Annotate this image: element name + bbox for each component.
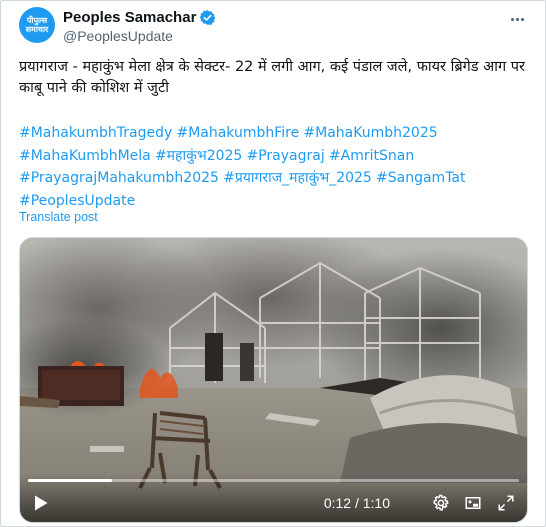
play-icon[interactable] — [30, 492, 52, 514]
author-names: Peoples Samachar @PeoplesUpdate — [63, 8, 216, 45]
avatar[interactable]: पीपुल्स समाचार — [19, 7, 55, 43]
dock-icon[interactable] — [462, 492, 484, 514]
post-text: प्रयागराज - महाकुंभ मेला क्षेत्र के सेक्… — [19, 59, 525, 96]
hashtag-link[interactable]: #PrayagrajMahakumbh2025 — [19, 170, 219, 186]
author-display-name-row[interactable]: Peoples Samachar — [63, 8, 216, 27]
avatar-logo: पीपुल्स समाचार — [26, 16, 49, 34]
video-controls: 0:12 / 1:10 — [20, 474, 527, 522]
hashtag-list: #MahakumbhTragedy #MahakumbhFire #MahaKu… — [19, 122, 531, 212]
hashtag-link[interactable]: #MahakumbhTragedy — [19, 125, 172, 141]
more-icon[interactable] — [507, 9, 527, 29]
hashtag-link[interactable]: #MahakumbhFire — [176, 125, 299, 141]
verified-badge-icon — [200, 10, 216, 25]
avatar-logo-line2: समाचार — [25, 25, 49, 34]
hashtag-link[interactable]: #MahaKumbh2025 — [303, 125, 437, 141]
avatar-logo-line1: पीपुल्स — [26, 16, 48, 25]
settings-gear-icon[interactable] — [430, 492, 452, 514]
video-progress-fill — [28, 479, 112, 482]
hashtag-link[interactable]: #SangamTat — [376, 170, 465, 186]
author-display-name[interactable]: Peoples Samachar — [63, 8, 196, 27]
author-handle[interactable]: @PeoplesUpdate — [63, 27, 216, 45]
video-time-display: 0:12 / 1:10 — [323, 495, 390, 511]
hashtag-link[interactable]: #महाकुंभ2025 — [155, 148, 242, 164]
translate-post-link[interactable]: Translate post — [19, 210, 98, 224]
hashtag-link[interactable]: #Prayagraj — [247, 148, 325, 164]
hashtag-link[interactable]: #MahaKumbhMela — [19, 148, 151, 164]
hashtag-link[interactable]: #प्रयागराज_महाकुंभ_2025 — [223, 170, 372, 186]
video-player[interactable]: 0:12 / 1:10 — [19, 237, 528, 523]
video-progress-bar[interactable] — [28, 479, 519, 482]
post-header: पीपुल्स समाचार Peoples Samachar @Peoples… — [19, 7, 531, 47]
hashtag-link[interactable]: #AmritSnan — [329, 148, 414, 164]
post-card: पीपुल्स समाचार Peoples Samachar @Peoples… — [0, 0, 546, 527]
fullscreen-icon[interactable] — [495, 492, 517, 514]
hashtag-link[interactable]: #PeoplesUpdate — [19, 193, 135, 209]
